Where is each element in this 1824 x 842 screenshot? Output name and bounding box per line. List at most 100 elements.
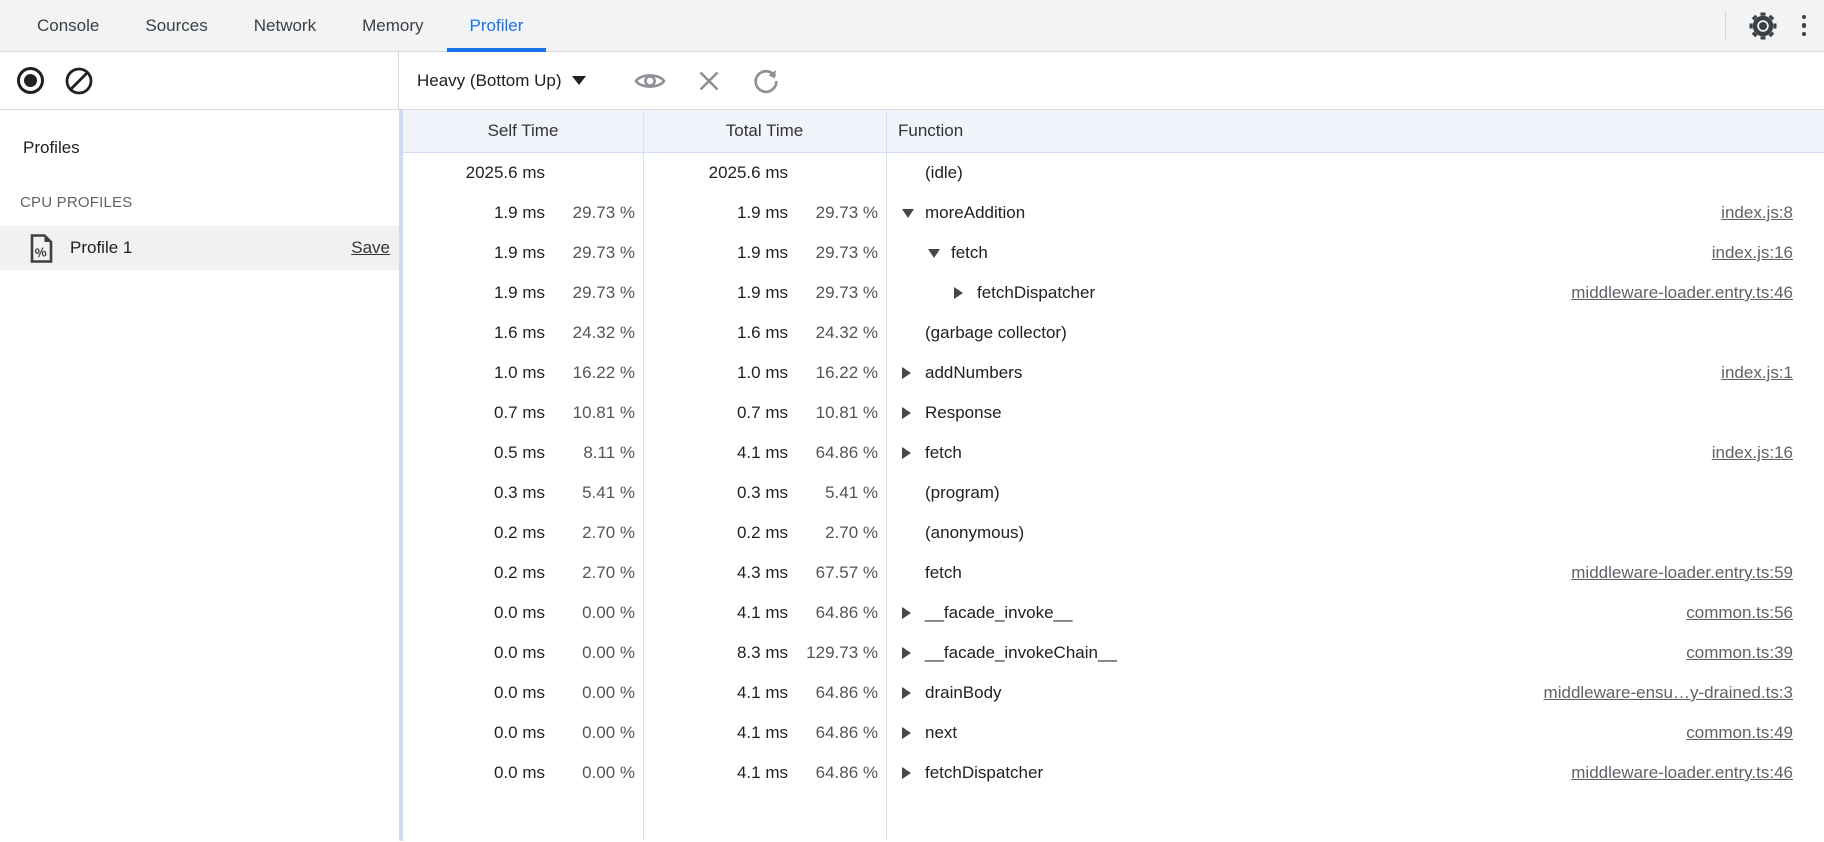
function-name: (program) [925,483,1000,503]
profile-grid-row[interactable]: 0.0 ms0.00 %4.1 ms64.86 %__facade_invoke… [403,593,1824,633]
overflow-menu-button[interactable] [1802,15,1807,37]
source-link[interactable]: index.js:16 [1712,243,1793,263]
profile-document-icon: % [30,234,53,263]
view-mode-dropdown[interactable]: Heavy (Bottom Up) [417,71,586,91]
self-time-percent: 24.32 % [545,323,635,343]
total-time-cell: 0.2 ms2.70 % [643,523,886,543]
total-time-value: 1.9 ms [643,203,788,223]
profile-grid-row[interactable]: 0.0 ms0.00 %4.1 ms64.86 %fetchDispatcher… [403,753,1824,793]
expander-toggle[interactable] [902,447,925,459]
source-link[interactable]: middleware-loader.entry.ts:46 [1571,763,1793,783]
profile-grid-row[interactable]: 0.0 ms0.00 %4.1 ms64.86 %nextcommon.ts:4… [403,713,1824,753]
self-time-cell: 1.9 ms29.73 % [403,203,643,223]
profile-grid-row[interactable]: 0.5 ms8.11 %4.1 ms64.86 %fetchindex.js:1… [403,433,1824,473]
column-header-self-time[interactable]: Self Time [403,121,643,141]
triangle-right-icon [902,607,911,619]
expander-toggle[interactable] [902,647,925,659]
self-time-value: 0.0 ms [403,603,545,623]
total-time-value: 0.2 ms [643,523,788,543]
profile-grid-row[interactable]: 1.9 ms29.73 %1.9 ms29.73 %fetchindex.js:… [403,233,1824,273]
source-link[interactable]: middleware-ensu…y-drained.ts:3 [1544,683,1793,703]
profile-grid-row[interactable]: 1.0 ms16.22 %1.0 ms16.22 %addNumbersinde… [403,353,1824,393]
expander-toggle[interactable] [954,287,977,299]
source-link[interactable]: common.ts:39 [1686,643,1793,663]
exclude-selected-button[interactable] [697,69,721,93]
tab-console[interactable]: Console [14,0,122,51]
expander-toggle[interactable] [902,209,925,218]
function-cell: (garbage collector) [886,323,1824,343]
tab-bar-right-controls [1725,0,1824,51]
total-time-value: 4.1 ms [643,763,788,783]
profile-view-toolbar: Heavy (Bottom Up) [399,52,780,109]
self-time-percent: 0.00 % [545,683,635,703]
devtools-tab-bar: ConsoleSourcesNetworkMemoryProfiler [0,0,1824,52]
save-profile-link[interactable]: Save [351,238,390,258]
source-link[interactable]: common.ts:49 [1686,723,1793,743]
record-button[interactable] [17,67,44,94]
source-link[interactable]: index.js:1 [1721,363,1793,383]
toolbar-divider [1725,11,1726,41]
profile-grid-row[interactable]: 1.9 ms29.73 %1.9 ms29.73 %moreAdditionin… [403,193,1824,233]
profile-grid-row[interactable]: 0.2 ms2.70 %4.3 ms67.57 %fetchmiddleware… [403,553,1824,593]
tab-memory[interactable]: Memory [339,0,446,51]
profile-grid-row[interactable]: 1.6 ms24.32 %1.6 ms24.32 %(garbage colle… [403,313,1824,353]
function-name: __facade_invoke__ [925,603,1072,623]
source-link[interactable]: index.js:8 [1721,203,1793,223]
function-name: (idle) [925,163,963,183]
profile-grid-row[interactable]: 0.0 ms0.00 %4.1 ms64.86 %drainBodymiddle… [403,673,1824,713]
profile-grid-row[interactable]: 0.0 ms0.00 %8.3 ms129.73 %__facade_invok… [403,633,1824,673]
total-time-cell: 0.7 ms10.81 % [643,403,886,423]
settings-button[interactable] [1746,9,1780,43]
source-link[interactable]: index.js:16 [1712,443,1793,463]
total-time-cell: 4.1 ms64.86 % [643,763,886,783]
tab-network[interactable]: Network [231,0,339,51]
self-time-value: 0.0 ms [403,763,545,783]
total-time-percent: 10.81 % [788,403,878,423]
expander-toggle[interactable] [902,367,925,379]
total-time-percent: 64.86 % [788,723,878,743]
profile-grid-row[interactable]: 1.9 ms29.73 %1.9 ms29.73 %fetchDispatche… [403,273,1824,313]
total-time-percent: 5.41 % [788,483,878,503]
total-time-cell: 2025.6 ms [643,163,886,183]
expander-toggle[interactable] [902,687,925,699]
profile-grid-row[interactable]: 0.7 ms10.81 %0.7 ms10.81 %Response [403,393,1824,433]
record-icon [24,74,37,87]
total-time-value: 4.1 ms [643,723,788,743]
function-cell: fetch index.js:16 [886,243,1824,263]
column-divider [886,110,887,841]
triangle-right-icon [902,727,911,739]
source-link[interactable]: middleware-loader.entry.ts:46 [1571,283,1793,303]
self-time-value: 1.9 ms [403,203,545,223]
expander-toggle[interactable] [902,407,925,419]
tab-sources[interactable]: Sources [122,0,230,51]
total-time-cell: 1.9 ms29.73 % [643,243,886,263]
self-time-percent: 29.73 % [545,243,635,263]
dot [1802,32,1807,37]
self-time-percent: 29.73 % [545,283,635,303]
expander-toggle[interactable] [902,607,925,619]
source-link[interactable]: middleware-loader.entry.ts:59 [1571,563,1793,583]
profile-name: Profile 1 [70,238,351,258]
expander-toggle[interactable] [902,767,925,779]
function-name: drainBody [925,683,1002,703]
column-header-function[interactable]: Function [886,121,1824,141]
total-time-cell: 4.1 ms64.86 % [643,443,886,463]
clear-button[interactable] [64,66,94,96]
profile-grid-row[interactable]: 0.3 ms5.41 %0.3 ms5.41 %(program) [403,473,1824,513]
total-time-value: 1.9 ms [643,243,788,263]
column-header-total-time[interactable]: Total Time [643,121,886,141]
profile-grid-row[interactable]: 2025.6 ms2025.6 ms(idle) [403,153,1824,193]
profile-list-item[interactable]: % Profile 1 Save [0,226,399,270]
focus-selected-button[interactable] [634,69,666,93]
source-link[interactable]: common.ts:56 [1686,603,1793,623]
function-cell: (program) [886,483,1824,503]
restore-nodes-button[interactable] [752,67,780,95]
triangle-right-icon [902,647,911,659]
tab-profiler[interactable]: Profiler [447,0,547,51]
total-time-value: 1.9 ms [643,283,788,303]
expander-toggle[interactable] [928,249,951,258]
self-time-value: 0.0 ms [403,643,545,663]
profile-grid-row[interactable]: 0.2 ms2.70 %0.2 ms2.70 %(anonymous) [403,513,1824,553]
function-name: fetch [951,243,988,263]
expander-toggle[interactable] [902,727,925,739]
